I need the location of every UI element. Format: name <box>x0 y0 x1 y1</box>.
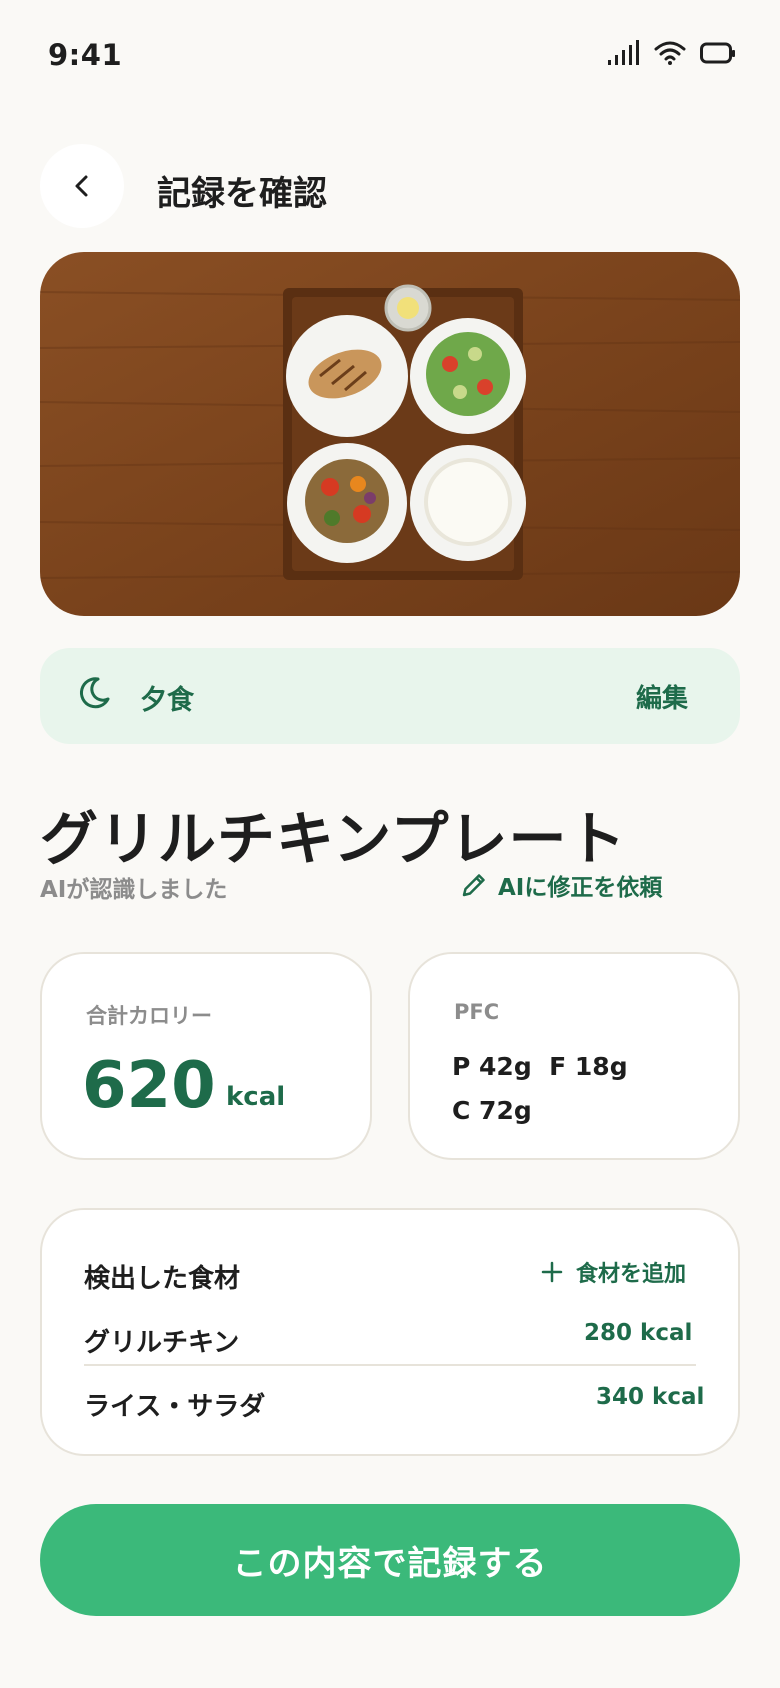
pfc-protein-fat: P 42g F 18g <box>452 1052 628 1081</box>
status-icons <box>606 40 736 66</box>
plus-icon <box>541 1261 563 1283</box>
ai-fix-button[interactable]: AIに修正を依頼 <box>460 868 662 902</box>
pencil-icon <box>462 874 485 897</box>
add-ingredient-button[interactable]: 食材を追加 <box>540 1256 686 1288</box>
meal-photo <box>40 252 740 616</box>
signal-icon <box>608 40 639 65</box>
ingredient-kcal: 340 kcal <box>596 1384 705 1410</box>
wifi-icon <box>654 41 686 65</box>
ingredient-divider <box>84 1364 696 1366</box>
ai-fix-label: AIに修正を依頼 <box>498 875 663 901</box>
ingredient-name[interactable]: ライス・サラダ <box>84 1386 265 1423</box>
calorie-card-label: 合計カロリー <box>86 1004 212 1028</box>
meal-type-bar[interactable]: 夕食 編集 <box>40 648 740 744</box>
pfc-carbs: C 72g <box>452 1096 532 1125</box>
chevron-left-icon <box>75 175 88 197</box>
battery-icon <box>700 42 735 64</box>
ingredient-name[interactable]: グリルチキン <box>84 1322 239 1359</box>
calorie-unit: kcal <box>226 1082 286 1112</box>
ai-recognized-note: AIが認識しました <box>40 877 228 903</box>
page-title: 記録を確認 <box>157 174 327 214</box>
moon-icon <box>79 677 110 709</box>
calorie-value: 620 <box>82 1049 216 1123</box>
ingredients-title: 検出した食材 <box>84 1264 241 1294</box>
dish-name: グリルチキンプレート <box>40 805 627 873</box>
status-time: 9:41 <box>48 38 123 72</box>
meal-edit-button[interactable]: 編集 <box>636 678 688 715</box>
add-ingredient-label: 食材を追加 <box>576 1262 687 1287</box>
record-button[interactable]: この内容で記録する <box>40 1504 740 1616</box>
pfc-card-label: PFC <box>454 1000 500 1024</box>
back-button[interactable] <box>40 144 124 228</box>
ingredient-kcal: 280 kcal <box>584 1320 693 1346</box>
meal-type-label: 夕食 <box>140 685 194 716</box>
